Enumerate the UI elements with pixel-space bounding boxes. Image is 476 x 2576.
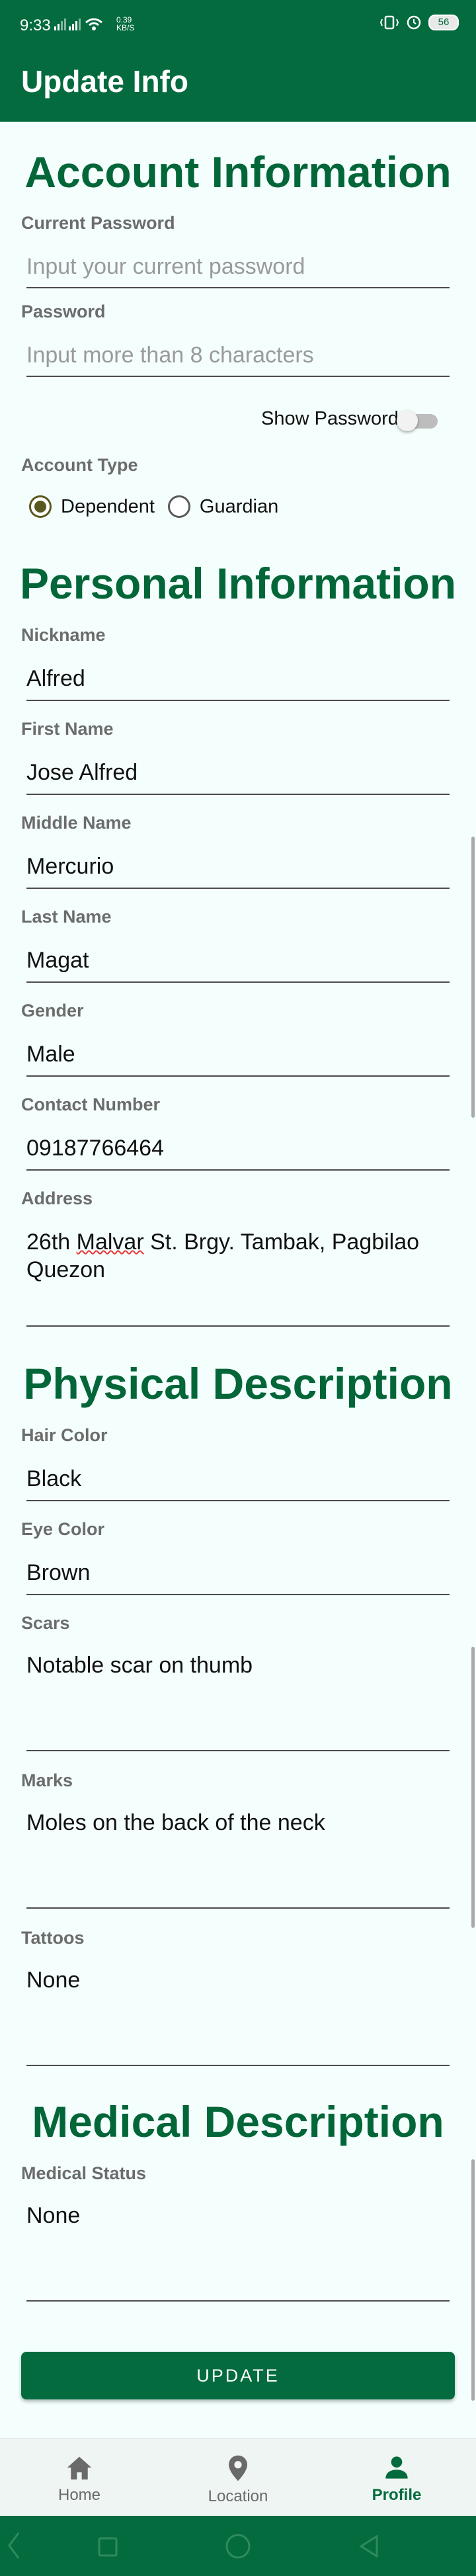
menu-chevron-icon [8, 2532, 20, 2559]
nickname-underline [26, 700, 450, 701]
eye-color-field[interactable]: Brown [26, 1559, 443, 1587]
contact-number-underline [26, 1169, 450, 1171]
address-underline [26, 1325, 450, 1327]
scrollbar-indicator[interactable] [471, 837, 475, 1118]
scars-underline [26, 1750, 450, 1751]
recents-icon [98, 2537, 118, 2557]
home-icon [67, 2456, 92, 2480]
person-icon [385, 2456, 408, 2479]
radio-dependent[interactable] [29, 495, 52, 518]
current-password-underline [26, 287, 450, 288]
app-bar: Update Info [0, 48, 476, 122]
medical-status-label: Medical Status [21, 2163, 147, 2183]
eye-color-underline [26, 1594, 450, 1595]
wifi-icon [85, 18, 102, 30]
marks-label: Marks [21, 1770, 73, 1790]
contact-number-label: Contact Number [21, 1095, 161, 1114]
page-title: Update Info [21, 64, 188, 99]
password-input[interactable]: Input more than 8 characters [26, 343, 314, 368]
tattoos-label: Tattoos [21, 1928, 85, 1948]
first-name-label: First Name [21, 719, 114, 739]
radio-guardian-label[interactable]: Guardian [200, 496, 278, 518]
back-icon [359, 2534, 378, 2558]
middle-name-label: Middle Name [21, 813, 132, 833]
first-name-underline [26, 794, 450, 795]
marks-field[interactable]: Moles on the back of the neck [26, 1809, 443, 1837]
nav-home-label: Home [58, 2486, 101, 2504]
address-text-start: 26th [26, 1229, 77, 1255]
address-misspelled-word: Malvar [76, 1229, 144, 1255]
contact-number-field[interactable]: 09187766464 [26, 1134, 443, 1162]
password-underline [26, 376, 450, 377]
marks-underline [26, 1907, 450, 1909]
hair-color-underline [26, 1500, 450, 1501]
tattoos-underline [26, 2065, 450, 2066]
nav-location[interactable]: Location [159, 2438, 317, 2516]
address-field[interactable]: 26th Malvar St. Brgy. Tambak, Pagbilao Q… [26, 1228, 443, 1284]
radio-dot [34, 501, 46, 513]
show-password-toggle[interactable] [397, 410, 438, 431]
last-name-label: Last Name [21, 907, 112, 927]
gender-label: Gender [21, 1001, 84, 1020]
radio-dependent-label[interactable]: Dependent [61, 496, 155, 518]
medical-status-underline [26, 2300, 450, 2302]
signal-icons [54, 17, 103, 30]
show-password-label: Show Password [261, 408, 399, 429]
status-right-icons: 56 [379, 15, 459, 30]
nav-location-label: Location [208, 2487, 268, 2505]
section-heading-personal: Personal Information [19, 559, 457, 608]
hair-color-label: Hair Color [21, 1425, 108, 1445]
scars-field[interactable]: Notable scar on thumb [26, 1651, 443, 1679]
address-label: Address [21, 1188, 93, 1208]
last-name-field[interactable]: Magat [26, 946, 443, 974]
nav-profile-label: Profile [372, 2486, 422, 2504]
nav-home[interactable]: Home [0, 2438, 159, 2516]
system-nav-buttons [8, 2532, 378, 2559]
net-speed: 0.39 KB/S [116, 15, 135, 32]
scrollbar-indicator-2[interactable] [471, 1647, 475, 1928]
first-name-field[interactable]: Jose Alfred [26, 759, 443, 786]
section-heading-physical: Physical Description [23, 1359, 453, 1408]
section-heading-medical: Medical Description [32, 2097, 444, 2146]
nickname-field[interactable]: Alfred [26, 665, 443, 692]
status-bar: 9:33 0.39 KB/S 56 [0, 0, 476, 48]
last-name-underline [26, 981, 450, 983]
eye-color-label: Eye Color [21, 1519, 105, 1539]
current-password-input[interactable]: Input your current password [26, 254, 305, 280]
status-time: 9:33 [20, 17, 51, 34]
hair-color-field[interactable]: Black [26, 1465, 443, 1493]
current-password-label: Current Password [21, 213, 175, 233]
signal-icon [54, 19, 81, 30]
account-type-radio-group: Dependent Guardian [29, 495, 292, 518]
alarm-icon [407, 15, 421, 30]
medical-status-field[interactable]: None [26, 2202, 443, 2229]
vibrate-icon [379, 15, 399, 30]
tattoos-field[interactable]: None [26, 1966, 443, 1994]
gender-underline [26, 1075, 450, 1077]
middle-name-underline [26, 888, 450, 889]
middle-name-field[interactable]: Mercurio [26, 852, 443, 880]
scrollbar-indicator-3[interactable] [471, 2159, 475, 2401]
scars-label: Scars [21, 1613, 70, 1633]
nickname-label: Nickname [21, 625, 106, 645]
gender-field[interactable]: Male [26, 1040, 443, 1068]
section-heading-account: Account Information [24, 147, 452, 196]
bottom-navigation: Home Location Profile [0, 2438, 476, 2516]
nav-profile[interactable]: Profile [317, 2438, 476, 2516]
location-pin-icon [229, 2455, 247, 2481]
radio-guardian[interactable] [167, 495, 190, 518]
battery-indicator: 56 [428, 15, 459, 30]
update-button[interactable]: UPDATE [21, 2352, 455, 2399]
account-type-label: Account Type [21, 455, 138, 475]
home-circle-icon [225, 2534, 251, 2559]
password-label: Password [21, 302, 106, 321]
system-navigation-bar [0, 2516, 476, 2576]
toggle-thumb [397, 410, 418, 431]
